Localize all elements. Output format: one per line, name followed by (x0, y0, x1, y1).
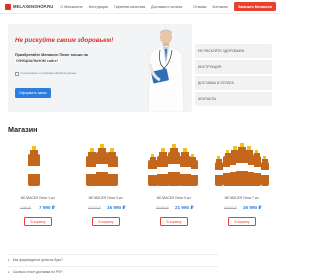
consent-row: Я соглашаюсь с условиями обработки данны… (15, 72, 76, 76)
shop-title: Магазин (8, 125, 38, 134)
hero-subtitle: Приобретайте Мелаксен Плюс только на ОФИ… (15, 53, 101, 65)
product-price: 21 990 ₽ (175, 205, 194, 210)
nav-right-group: Отзывы Контакты Заказать Мелаксен (193, 2, 276, 11)
product-card[interactable]: МЕЛАКСЕН Плюс 5 шт. 39 950 ₽ 21 990 ₽ В … (144, 140, 204, 250)
product-price: 16 990 ₽ (107, 205, 126, 210)
product-card[interactable]: МЕЛАКСЕН Плюс 7 шт. 55 930 ₽ 26 990 ₽ В … (212, 140, 272, 250)
product-price: 7 990 ₽ (39, 205, 55, 210)
product-name: МЕЛАКСЕН Плюс 1 шт. (20, 196, 56, 200)
nav-item-guarantee[interactable]: Гарантии качества (114, 5, 145, 9)
faq-question: Сколько стоит доставка по РФ? (12, 270, 63, 274)
product-old-price: 39 950 ₽ (156, 206, 169, 210)
product-image (86, 144, 118, 186)
nav-item-delivery[interactable]: Доставка и оплата (151, 5, 182, 9)
logo-icon (5, 3, 11, 10)
product-price: 26 990 ₽ (243, 205, 262, 210)
product-name: МЕЛАКСЕН Плюс 3 шт. (88, 196, 124, 200)
consent-checkbox[interactable] (15, 72, 19, 76)
consent-label: Я соглашаюсь с условиями обработки данны… (20, 72, 77, 76)
hero-title: Не рискуйте своим здоровьем! (15, 37, 114, 44)
add-to-cart-button[interactable]: В корзину (228, 217, 256, 226)
nav-item-about[interactable]: О Мелаксене (60, 5, 82, 9)
top-navigation-bar: MELAXENSHOP.RU О Мелаксене Инструкция Га… (0, 0, 280, 14)
add-to-cart-button[interactable]: В корзину (92, 217, 120, 226)
product-card[interactable]: МЕЛАКСЕН Плюс 3 шт. 23 970 ₽ 16 990 ₽ В … (76, 140, 136, 250)
product-old-price: 23 970 ₽ (88, 206, 101, 210)
product-image (28, 146, 40, 186)
product-old-price: 55 930 ₽ (224, 206, 237, 210)
faq-item[interactable]: ▸ Как формируется цена на букс? (8, 254, 218, 265)
hero-subtitle-text: Приобретайте Мелаксен Плюс только на (15, 53, 88, 57)
sidebar-item-delivery[interactable]: ДОСТАВКА И ОПЛАТА (195, 76, 272, 90)
sidebar: НЕ РИСКУЙТЕ ЗДОРОВЬЕМ ИНСТРУКЦИЯ ДОСТАВК… (195, 44, 272, 108)
product-name: МЕЛАКСЕН Плюс 5 шт. (156, 196, 192, 200)
chevron-right-icon: ▸ (8, 258, 10, 262)
chevron-right-icon: ▸ (8, 270, 10, 274)
add-to-cart-button[interactable]: В корзину (24, 217, 52, 226)
sidebar-item-health[interactable]: НЕ РИСКУЙТЕ ЗДОРОВЬЕМ (195, 44, 272, 58)
faq-item[interactable]: ▸ Сколько стоит доставка по РФ? (8, 266, 218, 277)
nav-item-contacts[interactable]: Контакты (212, 5, 228, 9)
product-image (148, 144, 198, 186)
hero-banner: Не рискуйте своим здоровьем! Приобретайт… (8, 24, 192, 112)
product-old-price: 7 990 ₽ (20, 206, 31, 210)
main-nav: О Мелаксене Инструкция Гарантии качества… (60, 5, 188, 9)
faq-question: Как формируется цена на букс? (12, 258, 63, 262)
site-logo[interactable]: MELAXENSHOP.RU (5, 3, 54, 10)
nav-item-reviews[interactable]: Отзывы (193, 5, 206, 9)
hero-subtitle-highlight: ОФИЦИАЛЬНОМ сайте! (15, 58, 59, 63)
nav-item-instruction[interactable]: Инструкция (89, 5, 108, 9)
product-image (215, 143, 269, 186)
doctor-image (147, 29, 185, 112)
sidebar-item-instruction[interactable]: ИНСТРУКЦИЯ (195, 60, 272, 74)
product-name: МЕЛАКСЕН Плюс 7 шт. (224, 196, 260, 200)
hero-order-button[interactable]: Оформить заказ (15, 88, 51, 98)
sidebar-item-contacts[interactable]: КОНТАКТЫ (195, 92, 272, 106)
add-to-cart-button[interactable]: В корзину (160, 217, 188, 226)
product-card[interactable]: МЕЛАКСЕН Плюс 1 шт. 7 990 ₽ 7 990 ₽ В ко… (8, 140, 68, 250)
order-header-button[interactable]: Заказать Мелаксен (234, 2, 276, 11)
logo-text: MELAXENSHOP.RU (13, 4, 54, 9)
